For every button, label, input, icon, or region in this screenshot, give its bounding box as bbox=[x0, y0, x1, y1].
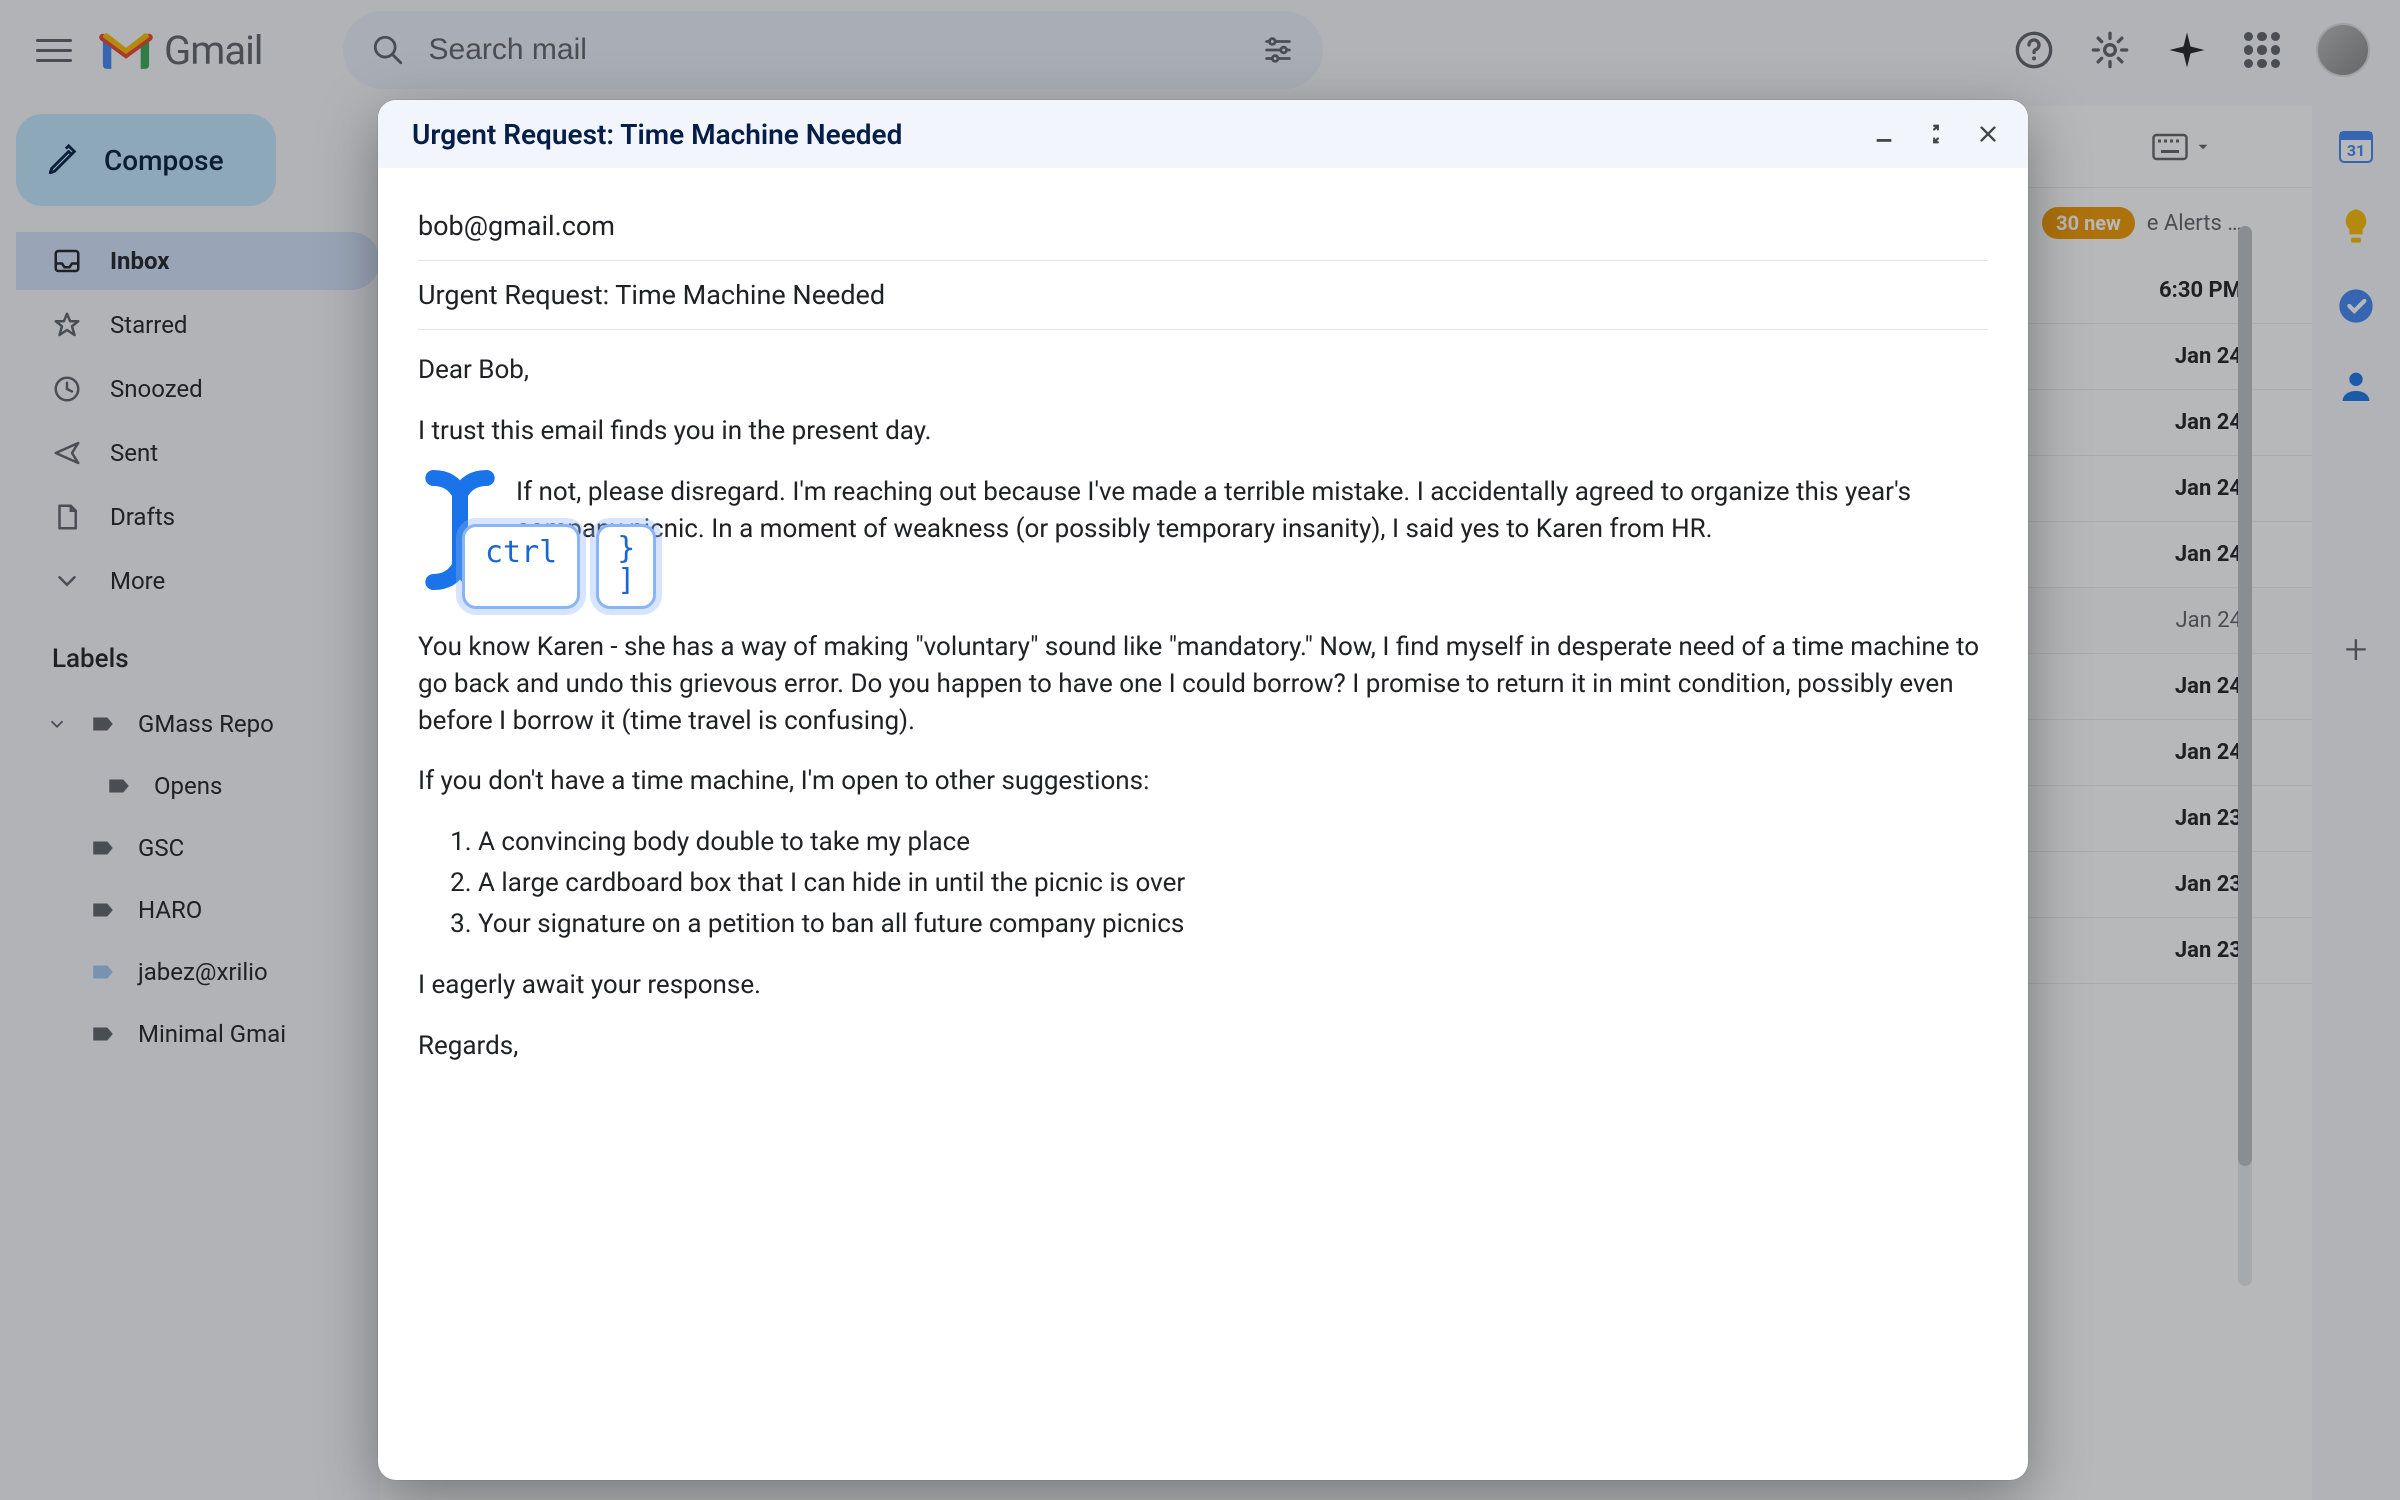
label-opens[interactable]: Opens bbox=[16, 758, 380, 814]
topbar-right bbox=[2014, 23, 2370, 77]
labels-header: Labels bbox=[16, 616, 380, 690]
email-paragraph: I eagerly await your response. bbox=[418, 967, 1988, 1004]
new-count-badge: 30 new bbox=[2042, 207, 2135, 239]
label-gmass-repo[interactable]: GMass Repo bbox=[16, 696, 380, 752]
gmail-logo[interactable]: Gmail bbox=[98, 27, 263, 74]
search-icon bbox=[371, 33, 405, 67]
to-field[interactable]: bob@gmail.com bbox=[418, 192, 1988, 261]
main-menu-icon[interactable] bbox=[30, 26, 78, 74]
add-panel-icon[interactable]: + bbox=[2345, 626, 2368, 673]
email-body-editor[interactable]: Dear Bob, I trust this email finds you i… bbox=[418, 330, 1988, 1089]
keycap-bracket: } ] bbox=[596, 524, 656, 609]
close-button[interactable] bbox=[1968, 114, 2008, 154]
dropdown-caret-icon bbox=[2194, 138, 2212, 156]
nav-inbox[interactable]: Inbox bbox=[16, 232, 380, 290]
gemini-sparkle-icon[interactable] bbox=[2166, 29, 2208, 71]
account-avatar[interactable] bbox=[2316, 23, 2370, 77]
compose-body[interactable]: bob@gmail.com Urgent Request: Time Machi… bbox=[378, 168, 2028, 1480]
nav-drafts[interactable]: Drafts bbox=[16, 488, 380, 546]
settings-gear-icon[interactable] bbox=[2090, 30, 2130, 70]
nav-more[interactable]: More bbox=[16, 552, 380, 610]
gmail-logo-text: Gmail bbox=[164, 27, 263, 74]
draft-icon bbox=[52, 502, 82, 532]
nav-sent[interactable]: Sent bbox=[16, 424, 380, 482]
top-bar: Gmail bbox=[0, 0, 2400, 100]
subject-field[interactable]: Urgent Request: Time Machine Needed bbox=[418, 261, 1988, 330]
minimize-button[interactable] bbox=[1864, 114, 1904, 154]
minimize-icon bbox=[1873, 123, 1895, 145]
left-sidebar: Compose Inbox Starred Snoozed Sent Draft… bbox=[0, 100, 380, 1500]
keycap-ctrl: ctrl bbox=[462, 524, 580, 609]
nav-starred[interactable]: Starred bbox=[16, 296, 380, 354]
compose-window: Urgent Request: Time Machine Needed bob@… bbox=[378, 100, 2028, 1480]
email-paragraph: Regards, bbox=[418, 1028, 1988, 1065]
email-paragraph: I trust this email finds you in the pres… bbox=[418, 413, 1988, 450]
email-paragraph: If you don't have a time machine, I'm op… bbox=[418, 763, 1988, 800]
label-icon bbox=[106, 773, 132, 799]
send-icon bbox=[52, 438, 82, 468]
label-jabez[interactable]: jabez@xrilio bbox=[16, 944, 380, 1000]
scrollbar[interactable] bbox=[2238, 226, 2252, 1286]
compose-label: Compose bbox=[104, 144, 224, 177]
email-paragraph: You know Karen - she has a way of making… bbox=[418, 629, 1988, 740]
inbox-icon bbox=[52, 246, 82, 276]
tasks-icon[interactable] bbox=[2336, 286, 2376, 326]
search-bar[interactable] bbox=[343, 11, 1323, 89]
suggestions-list: A convincing body double to take my plac… bbox=[418, 824, 1988, 943]
popout-button[interactable] bbox=[1916, 114, 1956, 154]
alerts-partial-text: e Alerts … bbox=[2147, 211, 2242, 236]
help-icon[interactable] bbox=[2014, 30, 2054, 70]
scrollbar-thumb[interactable] bbox=[2238, 226, 2252, 1166]
input-method-indicator[interactable] bbox=[2152, 133, 2212, 161]
label-minimal[interactable]: Minimal Gmai bbox=[16, 1006, 380, 1062]
svg-text:31: 31 bbox=[2347, 141, 2365, 160]
compose-window-title: Urgent Request: Time Machine Needed bbox=[412, 118, 1852, 151]
contacts-icon[interactable] bbox=[2336, 366, 2376, 406]
label-icon bbox=[90, 835, 116, 861]
exit-fullscreen-icon bbox=[1925, 123, 1947, 145]
label-icon bbox=[90, 897, 116, 923]
gmail-m-icon bbox=[98, 29, 154, 71]
search-options-icon[interactable] bbox=[1261, 33, 1295, 67]
email-paragraph: Dear Bob, bbox=[418, 352, 1988, 389]
clock-icon bbox=[52, 374, 82, 404]
nav-snoozed[interactable]: Snoozed bbox=[16, 360, 380, 418]
search-input[interactable] bbox=[429, 33, 1237, 67]
list-item: A convincing body double to take my plac… bbox=[478, 824, 1988, 861]
close-icon bbox=[1977, 123, 1999, 145]
keyboard-shortcut-overlay: ctrl } ] bbox=[462, 524, 656, 609]
right-side-panel: 31 + bbox=[2312, 100, 2400, 1500]
compose-button[interactable]: Compose bbox=[16, 114, 276, 206]
chevron-down-icon bbox=[46, 713, 68, 735]
label-gsc[interactable]: GSC bbox=[16, 820, 380, 876]
label-icon bbox=[90, 1021, 116, 1047]
pencil-icon bbox=[46, 143, 80, 177]
list-item: Your signature on a petition to ban all … bbox=[478, 906, 1988, 943]
star-icon bbox=[52, 310, 82, 340]
calendar-icon[interactable]: 31 bbox=[2336, 126, 2376, 166]
keyboard-icon bbox=[2152, 133, 2188, 161]
keep-icon[interactable] bbox=[2336, 206, 2376, 246]
list-item: A large cardboard box that I can hide in… bbox=[478, 865, 1988, 902]
chevron-down-icon bbox=[52, 566, 82, 596]
compose-header[interactable]: Urgent Request: Time Machine Needed bbox=[378, 100, 2028, 168]
label-icon bbox=[90, 959, 116, 985]
label-haro[interactable]: HARO bbox=[16, 882, 380, 938]
google-apps-icon[interactable] bbox=[2244, 32, 2280, 68]
label-icon bbox=[90, 711, 116, 737]
